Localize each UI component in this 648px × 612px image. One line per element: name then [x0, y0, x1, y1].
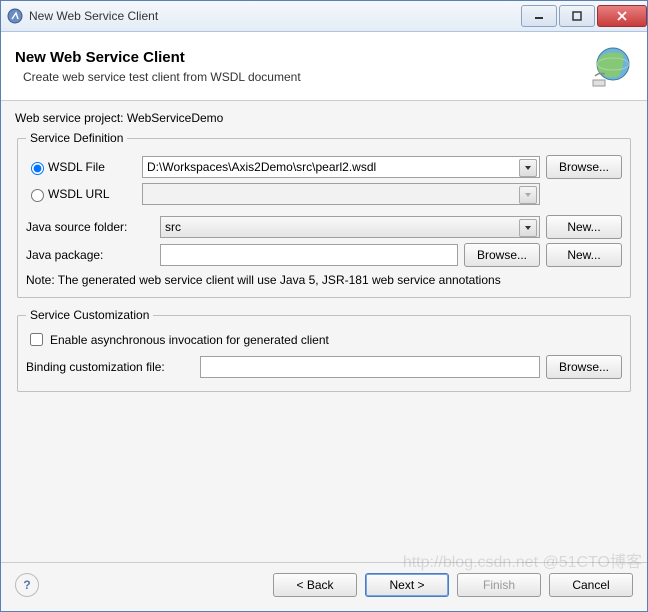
- wsdl-url-label: WSDL URL: [48, 187, 110, 201]
- header-description: Create web service test client from WSDL…: [15, 70, 585, 84]
- wizard-footer: ? < Back Next > Finish Cancel: [1, 562, 647, 611]
- wsdl-url-radio[interactable]: [31, 189, 44, 202]
- project-label: Web service project:: [15, 111, 124, 125]
- wsdl-url-combo: [142, 183, 540, 205]
- enable-async-label: Enable asynchronous invocation for gener…: [50, 333, 329, 347]
- binding-file-input[interactable]: [200, 356, 540, 378]
- java-package-label: Java package:: [26, 248, 154, 262]
- chevron-down-icon[interactable]: [519, 159, 537, 177]
- window-controls: [519, 5, 647, 27]
- java-source-folder-label: Java source folder:: [26, 220, 154, 234]
- window-title: New Web Service Client: [29, 9, 519, 23]
- back-button[interactable]: < Back: [273, 573, 357, 597]
- binding-file-label: Binding customization file:: [26, 360, 194, 374]
- project-line: Web service project: WebServiceDemo: [15, 111, 633, 125]
- wizard-content: Web service project: WebServiceDemo Serv…: [1, 101, 647, 562]
- service-definition-group: Service Definition WSDL File D:\Workspac…: [17, 131, 631, 298]
- chevron-down-icon: [519, 186, 537, 204]
- java-source-folder-new-button[interactable]: New...: [546, 215, 622, 239]
- help-icon[interactable]: ?: [15, 573, 39, 597]
- finish-button[interactable]: Finish: [457, 573, 541, 597]
- wsdl-file-radio-label[interactable]: WSDL File: [26, 159, 136, 175]
- chevron-down-icon[interactable]: [519, 219, 537, 237]
- service-customization-group: Service Customization Enable asynchronou…: [17, 308, 631, 392]
- wsdl-file-combo[interactable]: D:\Workspaces\Axis2Demo\src\pearl2.wsdl: [142, 156, 540, 178]
- service-customization-legend: Service Customization: [26, 308, 153, 322]
- annotations-note: Note: The generated web service client w…: [26, 273, 622, 287]
- enable-async-checkbox[interactable]: [30, 333, 43, 346]
- project-value: WebServiceDemo: [127, 111, 223, 125]
- wsdl-file-browse-button[interactable]: Browse...: [546, 155, 622, 179]
- minimize-button[interactable]: [521, 5, 557, 27]
- wsdl-file-label: WSDL File: [48, 160, 105, 174]
- java-package-browse-button[interactable]: Browse...: [464, 243, 540, 267]
- titlebar[interactable]: New Web Service Client: [1, 1, 647, 32]
- wsdl-url-radio-label[interactable]: WSDL URL: [26, 186, 136, 202]
- maximize-button[interactable]: [559, 5, 595, 27]
- app-icon: [7, 8, 23, 24]
- wsdl-file-value: D:\Workspaces\Axis2Demo\src\pearl2.wsdl: [147, 160, 376, 174]
- binding-file-browse-button[interactable]: Browse...: [546, 355, 622, 379]
- cancel-button[interactable]: Cancel: [549, 573, 633, 597]
- java-package-input[interactable]: [160, 244, 458, 266]
- wizard-header: New Web Service Client Create web servic…: [1, 32, 647, 101]
- wsdl-file-radio[interactable]: [31, 162, 44, 175]
- dialog-window: New Web Service Client New Web Service C…: [0, 0, 648, 612]
- service-definition-legend: Service Definition: [26, 131, 127, 145]
- java-source-folder-value: src: [165, 220, 181, 234]
- close-button[interactable]: [597, 5, 647, 27]
- java-source-folder-combo[interactable]: src: [160, 216, 540, 238]
- header-title: New Web Service Client: [15, 49, 585, 66]
- globe-icon: [585, 42, 633, 90]
- next-button[interactable]: Next >: [365, 573, 449, 597]
- java-package-new-button[interactable]: New...: [546, 243, 622, 267]
